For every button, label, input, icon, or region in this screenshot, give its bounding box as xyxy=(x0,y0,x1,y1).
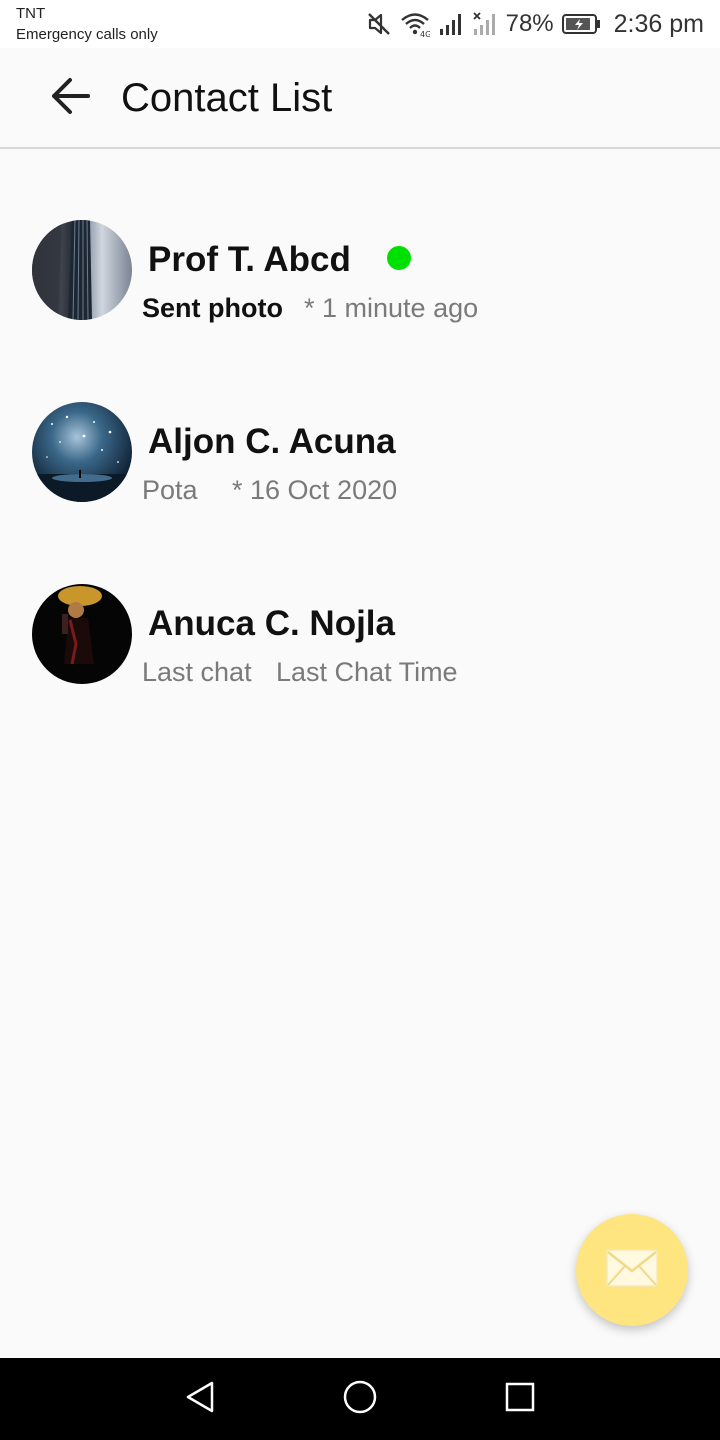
contact-name: Aljon C. Acuna xyxy=(148,422,396,461)
page-title: Contact List xyxy=(121,76,333,120)
last-message: Sent photo xyxy=(142,293,283,323)
online-indicator xyxy=(387,246,411,270)
last-message: Last chat xyxy=(142,657,252,687)
avatar xyxy=(32,402,132,502)
contact-name: Prof T. Abcd xyxy=(148,240,351,279)
contact-item[interactable]: Anuca C. Nojla Last chat Last Chat Time xyxy=(0,514,720,696)
battery-percent: 78% xyxy=(505,10,554,37)
carrier-name: TNT xyxy=(16,5,46,22)
avatar xyxy=(32,220,132,320)
arrow-left-icon xyxy=(48,76,92,121)
contact-name: Anuca C. Nojla xyxy=(148,604,395,643)
envelope-icon xyxy=(606,1248,658,1292)
nav-recents-button[interactable] xyxy=(500,1379,540,1419)
clock: 2:36 pm xyxy=(613,9,704,38)
nav-back-icon xyxy=(182,1379,218,1420)
avatar xyxy=(32,584,132,684)
contact-item[interactable]: Aljon C. Acuna Pota * 16 Oct 2020 xyxy=(0,332,720,514)
svg-text:4G: 4G xyxy=(420,30,430,37)
wifi-icon: 4G xyxy=(400,11,430,37)
app-bar: Contact List xyxy=(0,48,720,149)
last-message-time: Last Chat Time xyxy=(276,657,458,687)
contact-list: Prof T. Abcd Sent photo * 1 minute ago A… xyxy=(0,150,720,696)
last-message-time: * 16 Oct 2020 xyxy=(232,475,398,505)
last-message: Pota xyxy=(142,475,198,505)
new-message-button[interactable] xyxy=(576,1214,688,1326)
nav-back-button[interactable] xyxy=(180,1379,220,1419)
network-status: Emergency calls only xyxy=(16,26,158,43)
nav-home-icon xyxy=(342,1379,378,1420)
status-icons: 4G 78% 2:36 pm xyxy=(366,8,704,40)
signal-no-service-icon xyxy=(472,11,498,37)
status-bar: TNT Emergency calls only 4G 78% 2:36 pm xyxy=(0,0,720,48)
contact-item[interactable]: Prof T. Abcd Sent photo * 1 minute ago xyxy=(0,150,720,332)
signal-icon xyxy=(438,11,464,37)
mute-icon xyxy=(366,11,392,37)
system-nav-bar xyxy=(0,1358,720,1440)
contact-list-screen: TNT Emergency calls only 4G 78% 2:36 pm … xyxy=(0,0,720,1440)
back-button[interactable] xyxy=(40,72,100,124)
nav-recents-icon xyxy=(502,1379,538,1420)
battery-charging-icon xyxy=(561,12,602,36)
nav-home-button[interactable] xyxy=(340,1379,380,1419)
last-message-time: * 1 minute ago xyxy=(304,293,479,323)
